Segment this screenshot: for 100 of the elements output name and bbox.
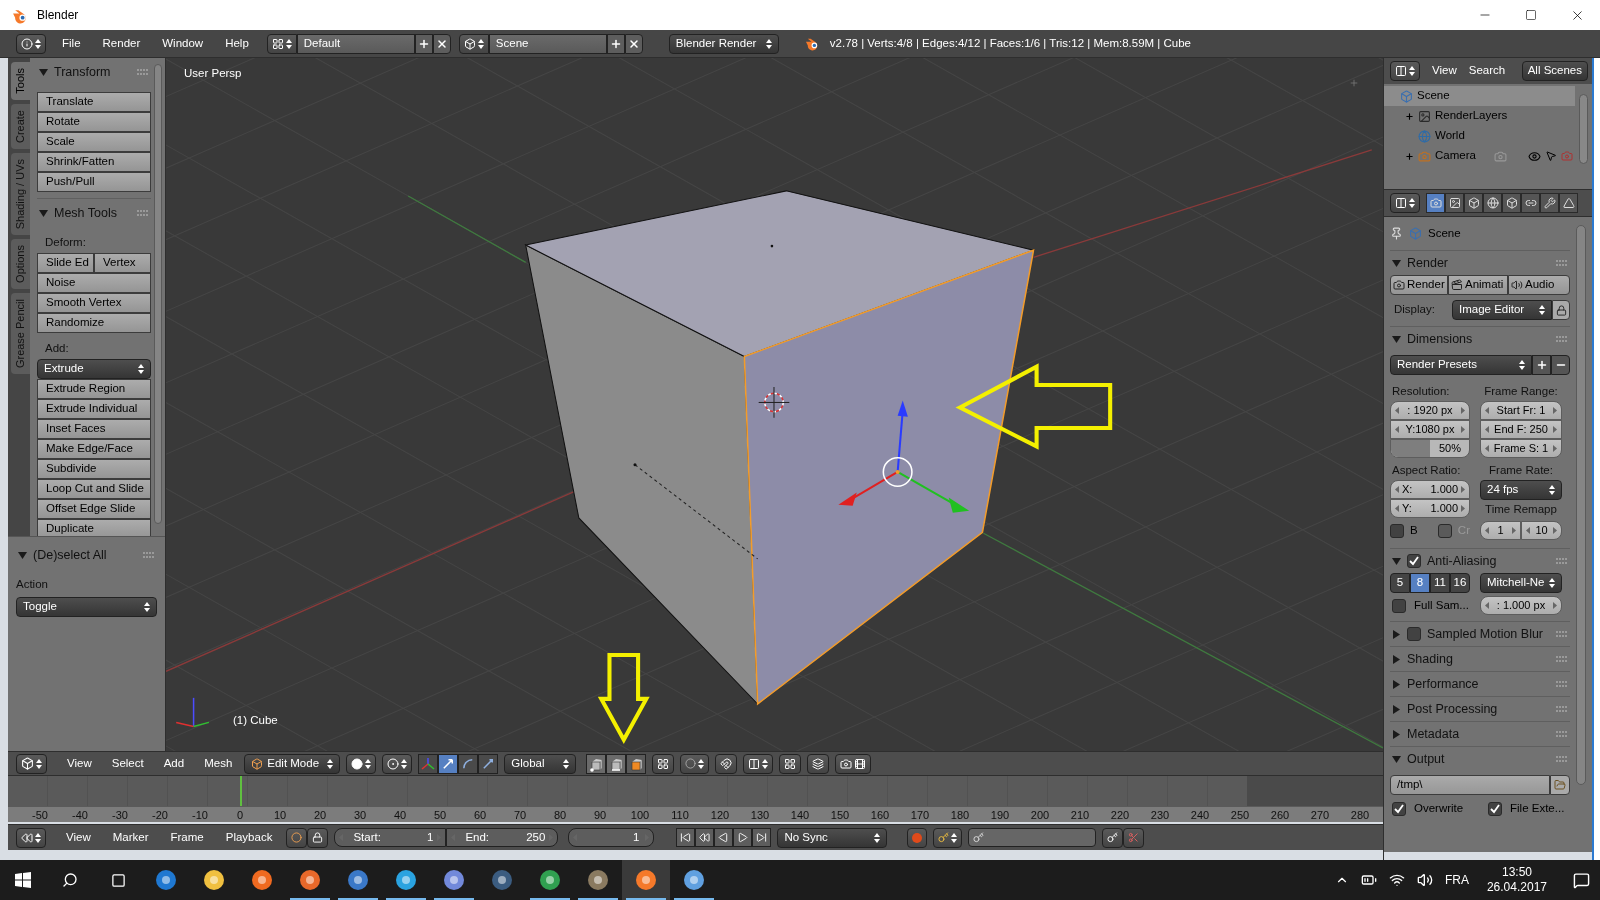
menu-item[interactable]: Frame — [170, 828, 204, 847]
dropdown[interactable]: Toggle — [16, 597, 157, 617]
menu-item[interactable]: Mesh — [204, 754, 233, 773]
panel-title[interactable]: Render — [1407, 253, 1550, 273]
button[interactable]: Randomize — [37, 313, 151, 333]
dropdown[interactable]: Global — [504, 753, 577, 774]
panel-title[interactable]: Output — [1407, 749, 1550, 769]
button[interactable]: Subdivide — [37, 459, 151, 479]
menu-item[interactable]: Search — [1468, 62, 1506, 80]
button[interactable]: Loop Cut and Slide — [37, 479, 151, 499]
outliner-row[interactable]: RenderLayers — [1384, 106, 1575, 126]
button[interactable]: Offset Edge Slide — [37, 499, 151, 519]
dropdown[interactable]: Edit Mode — [244, 753, 341, 774]
panel-title[interactable]: Mesh Tools — [54, 203, 131, 223]
dropdown[interactable]: Blender Render — [668, 33, 779, 54]
button[interactable]: Slide Ed — [37, 253, 94, 273]
frame-number: 50 — [432, 808, 448, 822]
filter-button[interactable]: All Scenes — [1521, 61, 1588, 81]
render-action-button[interactable]: Audio — [1508, 275, 1570, 295]
outliner-item-name[interactable]: World — [1435, 127, 1465, 145]
clock[interactable]: 13:50 26.04.2017 — [1480, 865, 1553, 895]
input-language[interactable]: FRA — [1444, 871, 1469, 889]
dropdown[interactable]: Mitchell-Ne — [1480, 573, 1562, 593]
object-name-label: (1) Cube — [233, 713, 278, 728]
menu-item[interactable]: View — [66, 828, 91, 847]
outliner-row[interactable]: World — [1384, 126, 1575, 146]
frame-number: 60 — [472, 808, 488, 822]
panel-title[interactable]: Post Processing — [1407, 699, 1550, 719]
menu-item[interactable]: Help — [225, 34, 249, 53]
dropdown[interactable]: Render Presets — [1390, 355, 1532, 375]
frame-number: 20 — [312, 808, 328, 822]
percentage-slider[interactable]: 50% — [1390, 439, 1470, 458]
render-action-button[interactable]: Animati — [1448, 275, 1508, 295]
sample-count-button[interactable]: 11 — [1430, 573, 1450, 593]
screen-layout-field[interactable]: Default — [296, 33, 415, 54]
outliner-row[interactable]: Scene — [1384, 86, 1575, 106]
number-field[interactable]: : 1920 px — [1390, 401, 1470, 420]
menu-item[interactable]: Add — [163, 754, 185, 773]
number-field[interactable]: Frame S: 1 — [1480, 439, 1562, 458]
menu-item[interactable]: View — [67, 754, 92, 773]
outliner-item-name[interactable]: RenderLayers — [1435, 107, 1508, 125]
button[interactable]: Make Edge/Face — [37, 439, 151, 459]
button[interactable]: Duplicate — [37, 519, 151, 539]
menu-item[interactable]: View — [1432, 62, 1457, 80]
button[interactable]: Extrude Individual — [37, 399, 151, 419]
button[interactable]: Rotate — [37, 112, 151, 132]
dropdown[interactable]: No Sync — [777, 827, 888, 848]
frame-number: 220 — [1109, 808, 1131, 822]
3d-viewport[interactable]: User Persp (1) Cube — [166, 58, 1383, 751]
number-field[interactable]: : 1.000 px — [1480, 596, 1562, 615]
dropdown[interactable]: Image Editor — [1452, 300, 1552, 320]
button[interactable]: Smooth Vertex — [37, 293, 151, 313]
scene-field[interactable]: Scene — [488, 33, 607, 54]
button[interactable]: Push/Pull — [37, 172, 151, 192]
dropdown[interactable]: 24 fps — [1480, 480, 1562, 500]
panel-title[interactable]: Metadata — [1407, 724, 1550, 744]
output-path-field[interactable]: /tmp\ — [1390, 775, 1550, 795]
button[interactable]: Vertex — [94, 253, 151, 273]
number-field[interactable]: 10 — [1521, 521, 1562, 540]
frame-number: -20 — [151, 808, 169, 822]
number-field[interactable]: Start Fr: 1 — [1480, 401, 1562, 420]
panel-title[interactable]: Sampled Motion Blur — [1427, 624, 1550, 644]
scene-statistics: v2.78 | Verts:4/8 | Edges:4/12 | Faces:1/6 | Tris:12 | Mem:8.59M | Cube — [829, 35, 1191, 51]
panel-title[interactable]: Transform — [54, 62, 131, 82]
menu-item[interactable]: Playback — [225, 828, 273, 847]
number-field[interactable]: X: 1.000 — [1390, 480, 1470, 499]
menu-item[interactable]: Window — [162, 34, 204, 53]
outliner-row[interactable]: Camera — [1384, 146, 1575, 166]
field-label: Frame Range: — [1483, 384, 1559, 399]
sample-count-button[interactable]: 5 — [1390, 573, 1410, 593]
tool-tab[interactable]: Tools — [11, 62, 30, 100]
panel-title[interactable]: (De)select All — [33, 545, 137, 565]
panel-title[interactable]: Performance — [1407, 674, 1550, 694]
menu-item[interactable]: File — [62, 34, 81, 53]
panel-title[interactable]: Anti-Aliasing — [1427, 551, 1550, 571]
dropdown[interactable]: Extrude — [37, 359, 151, 379]
panel-title[interactable]: Dimensions — [1407, 329, 1550, 349]
button[interactable]: Extrude Region — [37, 379, 151, 399]
number-field[interactable]: End F: 250 — [1480, 420, 1562, 439]
frame-number: -40 — [71, 808, 89, 822]
menu-item[interactable]: Select — [111, 754, 144, 773]
number-field[interactable]: 1 — [1480, 521, 1521, 540]
button[interactable]: Noise — [37, 273, 151, 293]
panel-title[interactable]: Shading — [1407, 649, 1550, 669]
sample-count-button[interactable]: 8 — [1410, 573, 1430, 593]
frame-number: 30 — [352, 808, 368, 822]
outliner-item-name[interactable]: Camera — [1435, 147, 1476, 165]
button[interactable]: Shrink/Fatten — [37, 152, 151, 172]
button[interactable]: Inset Faces — [37, 419, 151, 439]
button[interactable]: Scale — [37, 132, 151, 152]
menu-item[interactable]: Render — [102, 34, 141, 53]
render-action-button[interactable]: Render — [1390, 275, 1448, 295]
number-field[interactable]: Y:1080 px — [1390, 420, 1470, 439]
frame-number: 110 — [670, 808, 690, 822]
outliner-item-name[interactable]: Scene — [1417, 87, 1450, 105]
frame-number: 80 — [552, 808, 568, 822]
button[interactable]: Translate — [37, 92, 151, 112]
menu-item[interactable]: Marker — [112, 828, 149, 847]
sample-count-button[interactable]: 16 — [1450, 573, 1470, 593]
number-field[interactable]: Y: 1.000 — [1390, 499, 1470, 518]
